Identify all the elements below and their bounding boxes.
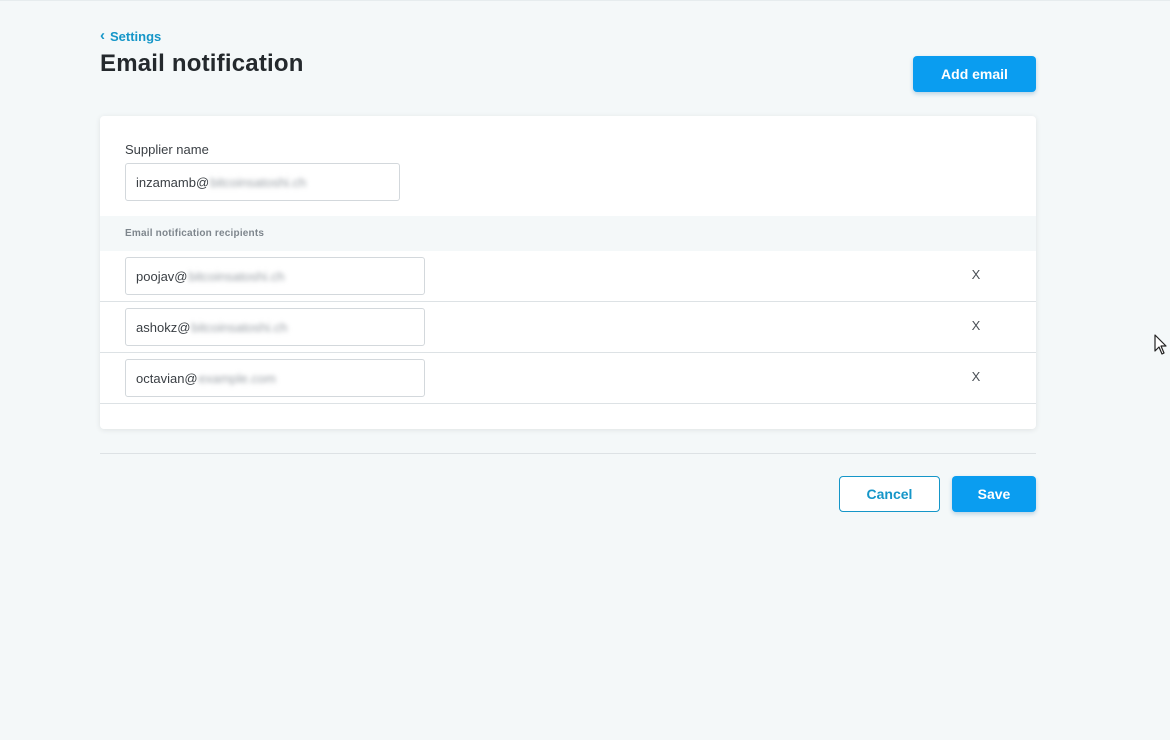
recipient-row: octavian@ example.com X [100, 353, 1036, 404]
recipients-header-label: Email notification recipients [125, 228, 265, 239]
recipient-email-input[interactable]: ashokz@ bitcoinsatoshi.ch [125, 308, 425, 346]
top-border [0, 0, 1170, 1]
recipient-row: poojav@ bitcoinsatoshi.ch X [100, 251, 1036, 302]
chevron-left-icon: ‹ [100, 26, 105, 44]
close-icon[interactable]: X [968, 265, 984, 285]
page-title: Email notification [100, 50, 304, 77]
recipient-email-value: ashokz@ [136, 319, 191, 335]
supplier-name-redacted: bitcoinsatoshi.ch [210, 174, 307, 190]
close-icon[interactable]: X [968, 316, 984, 336]
recipient-email-value: poojav@ [136, 268, 188, 284]
close-icon[interactable]: X [968, 367, 984, 387]
cancel-button[interactable]: Cancel [839, 476, 940, 512]
email-settings-card: Supplier name inzamamb@ bitcoinsatoshi.ch… [100, 116, 1036, 429]
breadcrumb-label: Settings [110, 29, 162, 44]
recipient-email-redacted: bitcoinsatoshi.ch [188, 268, 285, 284]
supplier-name-value: inzamamb@ [136, 174, 210, 190]
mouse-pointer-icon [1154, 334, 1167, 355]
recipient-email-input[interactable]: poojav@ bitcoinsatoshi.ch [125, 257, 425, 295]
recipient-email-value: octavian@ [136, 370, 198, 386]
save-button[interactable]: Save [952, 476, 1036, 512]
recipient-email-redacted: bitcoinsatoshi.ch [191, 319, 288, 335]
footer-divider [100, 453, 1036, 454]
supplier-name-input[interactable]: inzamamb@ bitcoinsatoshi.ch [125, 163, 400, 201]
supplier-name-label: Supplier name [125, 142, 209, 157]
recipients-section-header: Email notification recipients [100, 216, 1036, 251]
breadcrumb-back-settings[interactable]: ‹ Settings [100, 26, 162, 45]
recipient-email-redacted: example.com [198, 370, 276, 386]
recipient-email-input[interactable]: octavian@ example.com [125, 359, 425, 397]
add-email-button[interactable]: Add email [913, 56, 1036, 92]
recipient-row: ashokz@ bitcoinsatoshi.ch X [100, 302, 1036, 353]
